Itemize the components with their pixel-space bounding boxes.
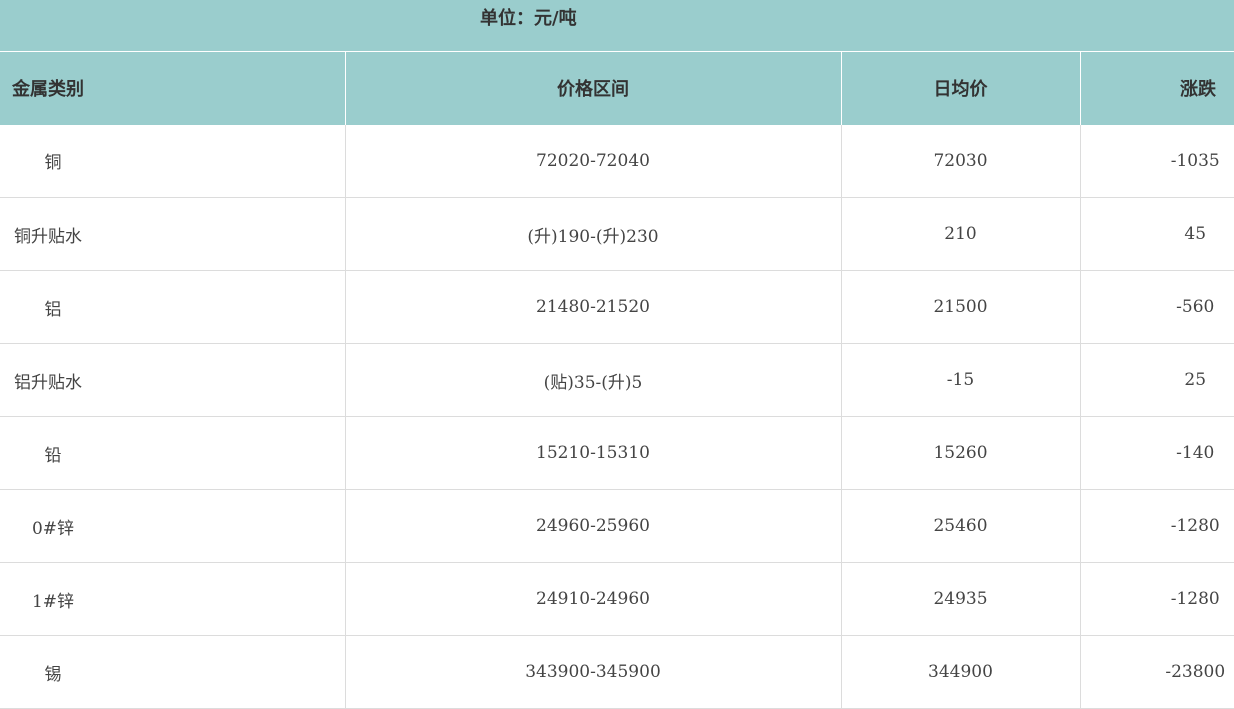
price-range: 21480-21520 <box>344 270 841 344</box>
average-price: 15260 <box>840 416 1080 490</box>
metal-name: 铜 <box>44 153 62 174</box>
column-header-average: 日均价 <box>840 51 1080 125</box>
price-range: (贴)35-(升)5 <box>344 343 841 417</box>
table-row: 铝升贴水 (贴)35-(升)5 -15 25 <box>0 343 1234 417</box>
metal-name: 铜升贴水 <box>14 226 82 247</box>
price-change: -1035 <box>1170 150 1220 171</box>
metal-name: 铝 <box>44 299 62 320</box>
unit-label: 单位：元/吨 <box>480 8 577 29</box>
metal-name: 铅 <box>44 445 62 466</box>
metal-name: 锡 <box>44 664 62 685</box>
metal-name: 1#锌 <box>31 591 75 612</box>
average-price: 210 <box>840 197 1080 271</box>
metal-name: 铝升贴水 <box>14 372 82 393</box>
average-price: 25460 <box>840 489 1080 563</box>
column-header-metal: 金属类别 <box>0 51 345 125</box>
price-change: -1280 <box>1170 589 1220 609</box>
price-change: -1280 <box>1170 516 1220 536</box>
metal-name: 0#锌 <box>31 518 75 539</box>
price-range: (升)190-(升)230 <box>344 197 841 271</box>
average-price: 72030 <box>840 124 1080 198</box>
price-change: -140 <box>1176 443 1215 463</box>
average-price: 21500 <box>840 270 1080 344</box>
price-range: 72020-72040 <box>344 124 841 198</box>
price-range: 15210-15310 <box>344 416 841 490</box>
price-change: 45 <box>1184 224 1207 244</box>
average-price: 24935 <box>840 562 1080 636</box>
price-change: -23800 <box>1165 662 1226 682</box>
price-change: 25 <box>1184 370 1207 390</box>
table-row: 铅 15210-15310 15260 -140 <box>0 416 1234 490</box>
metal-price-table: 金属类别 价格区间 日均价 涨跌 铜 72020-72040 72030 -10… <box>0 51 1234 709</box>
table-row: 1#锌 24910-24960 24935 -1280 <box>0 562 1234 636</box>
column-header-range: 价格区间 <box>344 51 841 125</box>
price-range: 24910-24960 <box>344 562 841 636</box>
table-row: 铜 72020-72040 72030 -1035 <box>0 124 1234 198</box>
table-row: 0#锌 24960-25960 25460 -1280 <box>0 489 1234 563</box>
price-change: -560 <box>1176 297 1215 317</box>
table-header-row: 金属类别 价格区间 日均价 涨跌 <box>0 51 1234 125</box>
table-row: 铜升贴水 (升)190-(升)230 210 45 <box>0 197 1234 271</box>
price-range: 24960-25960 <box>344 489 841 563</box>
average-price: -15 <box>840 343 1080 417</box>
column-header-change: 涨跌 <box>1079 51 1234 125</box>
table-row: 铝 21480-21520 21500 -560 <box>0 270 1234 344</box>
unit-bar: 单位：元/吨 <box>0 0 1234 51</box>
